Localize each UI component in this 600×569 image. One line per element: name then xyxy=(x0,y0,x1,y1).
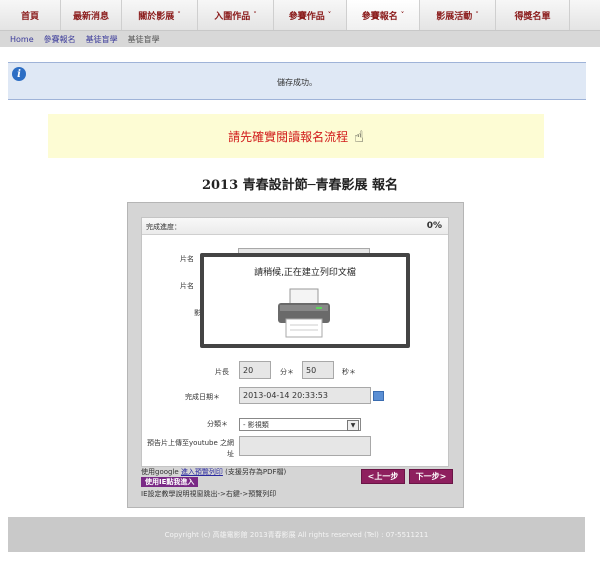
nav-finalists[interactable]: 入圍作品 ˅ xyxy=(198,0,274,30)
printer-icon xyxy=(278,288,330,338)
chevron-down-icon: ˅ xyxy=(475,11,479,19)
ie-print-link[interactable]: 使用IE點我進入 xyxy=(141,477,199,487)
title-label-2: 片名 xyxy=(180,282,194,290)
ie-note: IE設定教學說明視窗跳出->右鍵->預覽列印 xyxy=(141,490,277,498)
nav-home[interactable]: 首頁 xyxy=(0,0,61,30)
calendar-icon[interactable] xyxy=(373,391,384,401)
google-preview-link[interactable]: 進入預覽列印 xyxy=(181,468,223,476)
footer-copyright: Copyright (c) 高雄電影館 2013青春影展 All rights … xyxy=(164,530,429,539)
nav-winners[interactable]: 得獎名單 xyxy=(496,0,570,30)
hand-pointer-icon: ☝ xyxy=(354,126,364,146)
nav-about-label: 關於影展 xyxy=(138,11,175,22)
date-input[interactable]: 2013-04-14 20:33:53 xyxy=(239,387,371,404)
registration-notice[interactable]: 請先確實閱讀報名流程 ☝ xyxy=(48,114,544,158)
google-print-note: 使用google 進入預覽列印 (支援另存為PDF檔) xyxy=(141,467,286,477)
youtube-url-input[interactable] xyxy=(239,436,371,456)
main-nav: 首頁 最新消息 關於影展 ˅ 入圍作品 ˅ 參賽作品 ˅ 參賽報名 ˅ 影展活動 ˅ 得獎… xyxy=(0,0,600,31)
progress-value: 0% xyxy=(426,221,442,231)
minutes-label: 分＊ xyxy=(280,368,294,376)
chevron-down-icon: ˅ xyxy=(400,11,405,19)
breadcrumb: Home 參賽報名 基徒盲學 基徒盲學 xyxy=(0,31,600,47)
breadcrumb-register[interactable]: 參賽報名 xyxy=(44,34,76,45)
google-note-prefix: 使用google xyxy=(141,468,181,476)
breadcrumb-current: 基徒盲學 xyxy=(127,34,160,44)
breadcrumb-item-3[interactable]: 基徒盲學 xyxy=(86,34,118,45)
page-title: 2013 青春設計節─青春影展 報名 xyxy=(201,178,399,193)
modal-message: 請稍候,正在建立列印文檔 xyxy=(254,268,356,278)
nav-winners-label: 得獎名單 xyxy=(514,11,551,22)
notice-text[interactable]: 請先確實閱讀報名流程 xyxy=(228,128,348,145)
seconds-label: 秒＊ xyxy=(342,368,356,376)
prev-button[interactable]: <上一步 xyxy=(361,469,405,484)
print-loading-modal: 請稍候,正在建立列印文檔 xyxy=(200,253,410,348)
nav-entries[interactable]: 參賽作品 ˅ xyxy=(274,0,347,30)
nav-about[interactable]: 關於影展 ˅ xyxy=(122,0,198,30)
length-label: 片長 xyxy=(215,368,229,376)
progress-bar: 完成進度： 0% xyxy=(142,218,448,235)
nav-entries-label: 參賽作品 xyxy=(288,11,325,22)
nav-finalists-label: 入圍作品 xyxy=(214,11,251,22)
category-label: 分類＊ xyxy=(207,420,228,428)
youtube-label: 預告片上傳至youtube 之網址 xyxy=(146,439,234,458)
nav-events[interactable]: 影展活動 ˅ xyxy=(420,0,496,30)
progress-label: 完成進度： xyxy=(146,223,181,231)
minutes-input[interactable]: 20 xyxy=(239,361,271,379)
chevron-down-icon: ▼ xyxy=(347,420,359,431)
info-banner: i 儲存成功。 xyxy=(8,62,586,100)
nav-news[interactable]: 最新消息 xyxy=(61,0,122,30)
title-label-1: 片名 xyxy=(180,255,194,263)
date-label: 完成日期＊ xyxy=(185,393,220,401)
seconds-input[interactable]: 50 xyxy=(302,361,334,379)
nav-register-label: 參賽報名 xyxy=(361,11,398,22)
next-button[interactable]: 下一步> xyxy=(409,469,453,484)
category-value: - 影視類 xyxy=(243,420,269,429)
nav-news-label: 最新消息 xyxy=(72,11,109,22)
chevron-down-icon: ˅ xyxy=(177,11,181,19)
nav-events-label: 影展活動 xyxy=(436,11,473,22)
info-message: 儲存成功。 xyxy=(277,78,317,87)
breadcrumb-home[interactable]: Home xyxy=(10,35,34,44)
google-note-suffix: (支援另存為PDF檔) xyxy=(222,468,287,476)
footer: Copyright (c) 高雄電影館 2013青春影展 All rights … xyxy=(8,517,585,552)
nav-register[interactable]: 參賽報名 ˅ xyxy=(347,0,420,30)
chevron-down-icon: ˅ xyxy=(253,11,257,19)
chevron-down-icon: ˅ xyxy=(327,11,332,19)
category-select[interactable]: - 影視類 ▼ xyxy=(239,418,361,431)
nav-home-label: 首頁 xyxy=(20,11,39,22)
registration-form: 完成進度： 0% 片名 片名 影 片長 20 分＊ 50 秒＊ 完成日期＊ 20… xyxy=(127,202,464,508)
